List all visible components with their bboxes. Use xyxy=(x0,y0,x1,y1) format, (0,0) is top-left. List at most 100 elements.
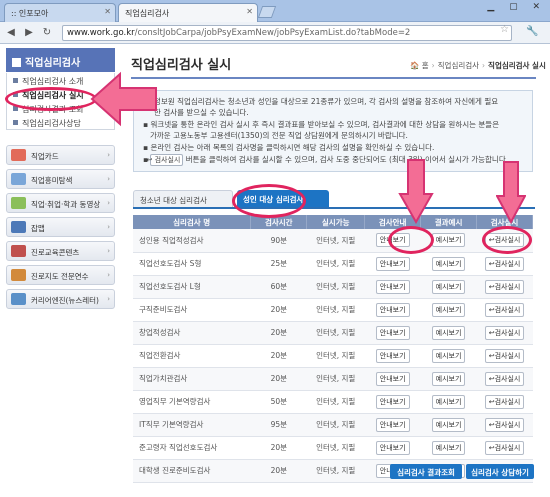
exam-name-link[interactable]: 직업전환검사 xyxy=(133,344,251,368)
close-icon[interactable]: ✕ xyxy=(104,7,111,16)
exam-time: 20분 xyxy=(250,367,307,391)
run-exam-button[interactable]: ↩검사실시 xyxy=(484,256,525,271)
sidebar-title-text: 직업심리검사 xyxy=(25,58,81,69)
exam-name-link[interactable]: 대학생 진로준비도검사 xyxy=(133,459,251,483)
banner-interest[interactable]: 직업흥미탐색 › xyxy=(6,169,115,189)
banner-jobmap[interactable]: 잡맵 › xyxy=(6,217,115,237)
banner-label: 커리어엔진(뉴스레터) xyxy=(31,296,99,305)
exam-name-link[interactable]: 준고령자 직업선호도검사 xyxy=(133,436,251,460)
example-button[interactable]: 예시보기 xyxy=(431,256,466,271)
run-exam-button[interactable]: ↩검사실시 xyxy=(484,348,525,363)
wrench-icon[interactable]: 🔧 xyxy=(526,26,538,37)
example-button[interactable]: 예시보기 xyxy=(431,279,466,294)
exam-availability: 인터넷, 지필 xyxy=(306,413,365,437)
run-exam-button[interactable]: ↩검사실시 xyxy=(484,417,525,432)
info-bullet: ▪ 온라인 검사는 아래 목록의 검사명을 클릭하시면 해당 검사의 설명을 확… xyxy=(143,142,435,152)
new-tab-button[interactable] xyxy=(257,6,277,18)
exam-name-link[interactable]: 구직준비도검사 xyxy=(133,298,251,322)
exam-availability: 인터넷, 지필 xyxy=(306,367,365,391)
window-controls[interactable]: ▁ ▢ ✕ xyxy=(487,2,546,12)
exam-time: 90분 xyxy=(250,229,307,253)
home-icon[interactable]: 🏠 xyxy=(410,61,419,70)
exam-name-link[interactable]: 직업선호도검사 S형 xyxy=(133,252,251,276)
square-icon xyxy=(12,58,21,67)
guide-button[interactable]: 안내보기 xyxy=(375,371,410,386)
run-exam-label: 검사실시 xyxy=(494,282,521,291)
banner-video[interactable]: 직업·취업·학과 동영상 › xyxy=(6,193,115,213)
forward-icon[interactable]: ▶ xyxy=(22,26,36,40)
example-cell: 예시보기 xyxy=(420,390,477,414)
run-cell: ↩검사실시 xyxy=(476,367,533,391)
exam-availability: 인터넷, 지필 xyxy=(306,321,365,345)
breadcrumb-section[interactable]: 직업심리검사 xyxy=(438,61,479,70)
run-exam-button[interactable]: ↩검사실시 xyxy=(484,394,525,409)
tab-title: 직업심리검사 xyxy=(125,9,170,18)
example-button[interactable]: 예시보기 xyxy=(431,348,466,363)
guide-button[interactable]: 안내보기 xyxy=(375,325,410,340)
example-button[interactable]: 예시보기 xyxy=(431,394,466,409)
guide-cell: 안내보기 xyxy=(364,413,421,437)
tab-divider xyxy=(133,207,535,209)
breadcrumb-separator: › xyxy=(482,61,486,70)
example-button[interactable]: 예시보기 xyxy=(431,325,466,340)
example-button[interactable]: 예시보기 xyxy=(431,417,466,432)
run-exam-button[interactable]: ↩검사실시 xyxy=(484,371,525,386)
close-icon[interactable]: ✕ xyxy=(246,7,253,16)
guide-button[interactable]: 안내보기 xyxy=(375,256,410,271)
counsel-button[interactable]: 심리검사 상담하기 xyxy=(466,464,534,479)
reload-icon[interactable]: ↻ xyxy=(40,26,54,40)
title-divider xyxy=(131,77,536,79)
exam-name-link[interactable]: 성인용 직업적성검사 xyxy=(133,229,251,253)
info-text: 버튼을 클릭하여 검사를 실시할 수 있으며, 검사 도중 중단되어도 (최대 … xyxy=(185,155,509,165)
guide-button[interactable]: 안내보기 xyxy=(375,417,410,432)
run-exam-button[interactable]: ↩검사실시 xyxy=(484,325,525,340)
chevron-right-icon: › xyxy=(107,271,110,279)
view-results-button[interactable]: 심리검사 결과조회 xyxy=(390,464,462,479)
banner-job-card[interactable]: 직업카드 › xyxy=(6,145,115,165)
exam-time: 20분 xyxy=(250,436,307,460)
chevron-right-icon: › xyxy=(107,199,110,207)
banner-career-engine[interactable]: 커리어엔진(뉴스레터) › xyxy=(6,289,115,309)
exam-name-link[interactable]: 창업적성검사 xyxy=(133,321,251,345)
browser-tab-infomoa[interactable]: :: 인포모아 ✕ xyxy=(4,3,116,22)
guide-button[interactable]: 안내보기 xyxy=(375,302,410,317)
banner-training[interactable]: 진로지도 전문연수 › xyxy=(6,265,115,285)
example-button[interactable]: 예시보기 xyxy=(431,233,466,248)
breadcrumb-home[interactable]: 홈 xyxy=(422,61,429,70)
exam-name-link[interactable]: 직업가치관검사 xyxy=(133,367,251,391)
exam-time: 95분 xyxy=(250,413,307,437)
url-input[interactable]: www.work.go.kr/consltJobCarpa/jobPsyExam… xyxy=(62,25,512,41)
guide-button[interactable]: 안내보기 xyxy=(375,440,410,455)
guide-button[interactable]: 안내보기 xyxy=(375,279,410,294)
exam-name-link[interactable]: 직업선호도검사 L형 xyxy=(133,275,251,299)
banner-contents[interactable]: 진로교육콘텐츠 › xyxy=(6,241,115,261)
run-exam-button[interactable]: ↩검사실시 xyxy=(484,440,525,455)
info-line: 한 검사를 받으실 수 있습니다. xyxy=(154,108,249,118)
run-cell: ↩검사실시 xyxy=(476,275,533,299)
example-button[interactable]: 예시보기 xyxy=(431,371,466,386)
run-exam-button[interactable]: ↩검사실시 xyxy=(484,302,525,317)
example-button[interactable]: 예시보기 xyxy=(431,302,466,317)
example-cell: 예시보기 xyxy=(420,367,477,391)
exam-time: 50분 xyxy=(250,390,307,414)
browser-tab-active[interactable]: 직업심리검사 ✕ xyxy=(118,3,258,22)
breadcrumb: 🏠 홈 › 직업심리검사 › 직업심리검사 실시 xyxy=(410,60,546,71)
interest-icon xyxy=(11,173,26,185)
tab-youth[interactable]: 청소년 대상 심리검사 xyxy=(133,190,233,208)
guide-button[interactable]: 안내보기 xyxy=(375,348,410,363)
table-row: 영업직무 기본역량검사 50분 인터넷, 지필 안내보기 예시보기 ↩검사실시 xyxy=(133,390,533,414)
exam-availability: 인터넷, 지필 xyxy=(306,229,365,253)
example-cell: 예시보기 xyxy=(420,298,477,322)
table-row: 직업전환검사 20분 인터넷, 지필 안내보기 예시보기 ↩검사실시 xyxy=(133,344,533,368)
back-icon[interactable]: ◀ xyxy=(4,26,18,40)
exam-name-link[interactable]: IT직무 기본역량검사 xyxy=(133,413,251,437)
table-header-row: 심리검사 명 검사시간 실시가능 검사안내 결과예시 검사실시 xyxy=(133,215,533,229)
sample-run-button: ↩ 검사실시 xyxy=(146,154,184,167)
guide-button[interactable]: 안내보기 xyxy=(375,394,410,409)
bookmark-star-icon[interactable]: ☆ xyxy=(500,24,509,35)
example-button[interactable]: 예시보기 xyxy=(431,440,466,455)
exam-name-link[interactable]: 영업직무 기본역량검사 xyxy=(133,390,251,414)
run-exam-button[interactable]: ↩검사실시 xyxy=(484,279,525,294)
run-exam-label: 검사실시 xyxy=(494,374,521,383)
example-cell: 예시보기 xyxy=(420,413,477,437)
